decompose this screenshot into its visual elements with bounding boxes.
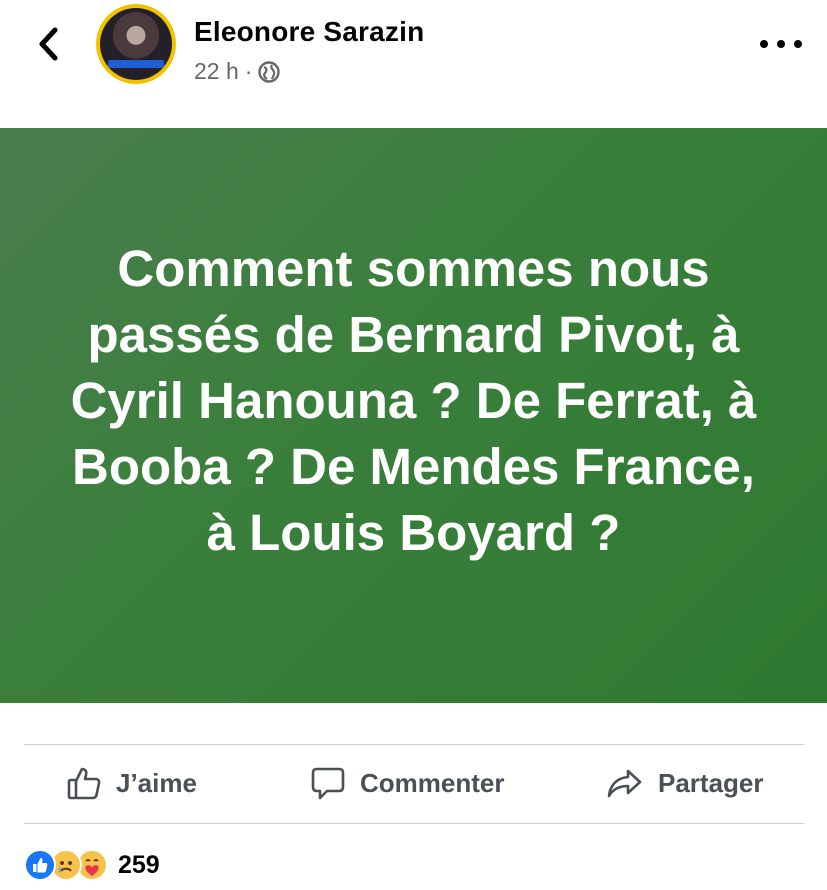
more-horizontal-icon-dot — [794, 40, 802, 48]
like-button[interactable]: J’aime — [66, 765, 197, 801]
like-reaction-icon — [24, 849, 56, 881]
facebook-post-view: Eleonore Sarazin 22 h · Comment sommes n… — [0, 0, 827, 890]
globe-icon[interactable] — [258, 60, 281, 83]
action-bar: J’aime Commenter Partager — [24, 745, 804, 823]
more-horizontal-icon-dot — [777, 40, 785, 48]
back-button[interactable] — [30, 24, 66, 64]
more-horizontal-icon — [760, 40, 768, 48]
avatar[interactable] — [96, 4, 176, 84]
post-time[interactable]: 22 h — [194, 58, 239, 85]
comment-label: Commenter — [360, 767, 505, 798]
divider-bottom — [24, 823, 804, 824]
post-meta: 22 h · — [194, 58, 281, 85]
thumbs-up-icon — [67, 767, 101, 800]
reactions-summary[interactable]: 259 — [24, 848, 160, 882]
post-header: Eleonore Sarazin 22 h · — [0, 0, 827, 128]
share-label: Partager — [658, 767, 764, 798]
avatar-image — [100, 8, 172, 80]
meta-separator: · — [244, 58, 253, 84]
author-name[interactable]: Eleonore Sarazin — [194, 16, 424, 48]
share-icon — [607, 769, 642, 798]
comment-icon — [311, 767, 345, 800]
chevron-left-icon — [39, 27, 58, 61]
post-text: Comment sommes nous passés de Bernard Pi… — [70, 239, 757, 561]
share-button[interactable]: Partager — [606, 765, 764, 801]
post-background: Comment sommes nous passés de Bernard Pi… — [0, 128, 827, 703]
like-label: J’aime — [116, 767, 197, 798]
comment-button[interactable]: Commenter — [310, 765, 504, 801]
reaction-count: 259 — [118, 850, 160, 879]
more-options-button[interactable] — [760, 32, 802, 56]
avatar-banner — [108, 60, 164, 68]
